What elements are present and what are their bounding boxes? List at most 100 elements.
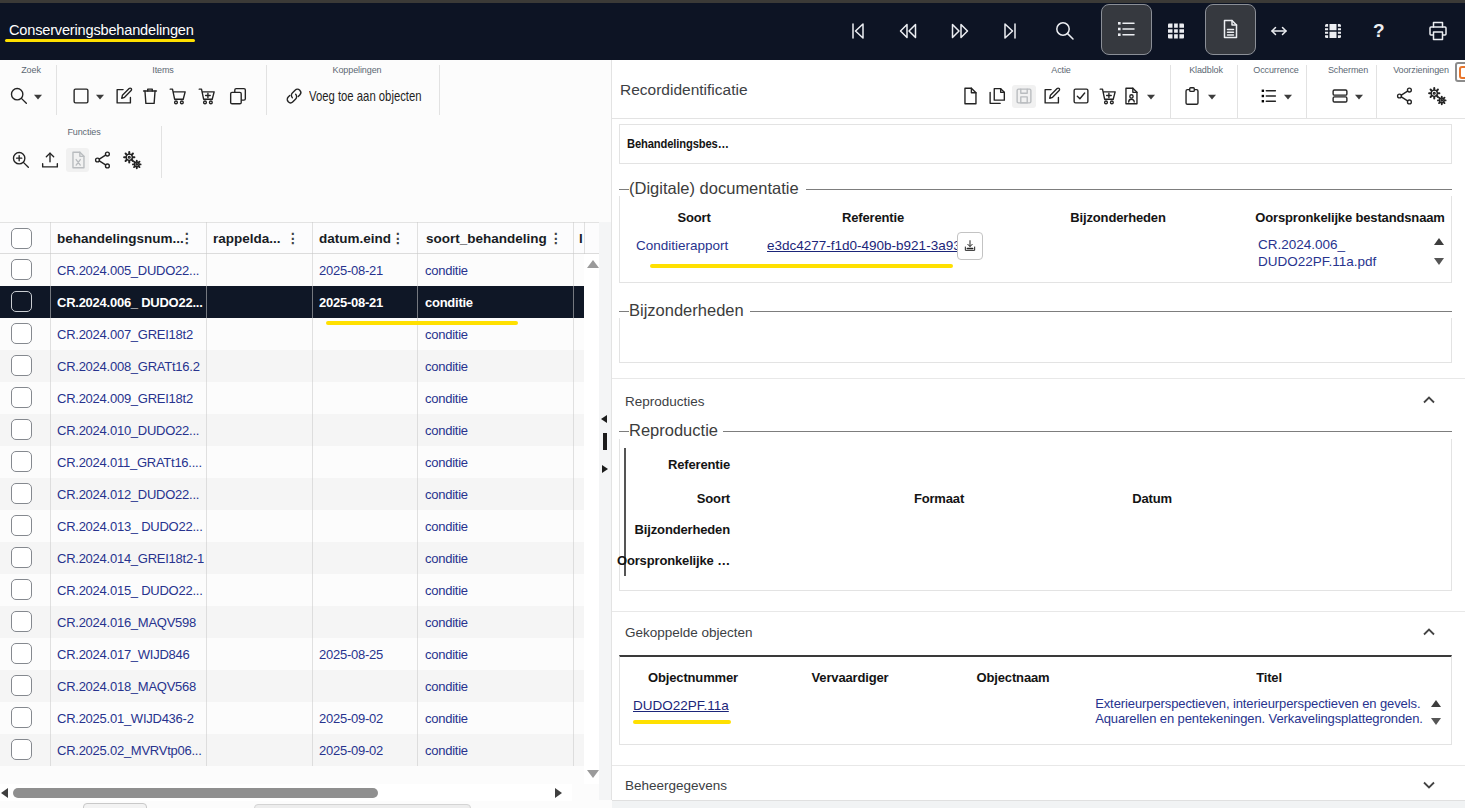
section-header-gekoppelde-objecten[interactable]: Gekoppelde objecten <box>625 625 753 640</box>
table-row[interactable]: CR.2024.010_DUDO22... conditie <box>0 414 584 446</box>
expand-horizontal-icon[interactable] <box>1267 19 1291 43</box>
settings-gears-icon[interactable] <box>1426 85 1448 107</box>
column-header-behandelingsnummer[interactable]: behandelingsnum... <box>57 231 184 246</box>
column-header-soort-behandeling[interactable]: soort_behandeling <box>426 231 547 246</box>
occurrence-list-icon[interactable] <box>1258 85 1280 107</box>
chevron-up-icon[interactable] <box>1423 628 1435 636</box>
scroll-down-arrow-icon[interactable] <box>587 770 599 778</box>
table-row[interactable]: CR.2024.005_DUDO22... 2025-08-21 conditi… <box>0 254 584 286</box>
bijzonderheden-box[interactable] <box>619 318 1452 363</box>
row-checkbox[interactable] <box>11 355 32 376</box>
screens-dropdown-caret-icon[interactable] <box>1355 94 1364 100</box>
report-dropdown-caret-icon[interactable] <box>1147 94 1156 100</box>
basket-add-icon[interactable] <box>1097 85 1119 107</box>
occurrence-down-icon[interactable] <box>1431 718 1441 725</box>
table-row[interactable]: CR.2024.016_MAQV598 conditie <box>0 606 584 638</box>
row-checkbox[interactable] <box>11 611 32 632</box>
share-icon[interactable] <box>92 149 114 171</box>
section-header-reproducties[interactable]: Reproducties <box>625 394 705 409</box>
occurrence-up-icon[interactable] <box>1431 700 1441 707</box>
list-view-button[interactable] <box>1101 4 1152 55</box>
vertical-scrollbar[interactable] <box>584 254 599 784</box>
next-record-icon[interactable] <box>948 19 972 43</box>
scroll-left-arrow-icon[interactable] <box>1 788 8 798</box>
report-icon[interactable] <box>1120 85 1142 107</box>
table-row[interactable]: CR.2024.014_GREI18t2-1 conditie <box>0 542 584 574</box>
column-menu-kebab-icon[interactable]: ⋮ <box>286 230 300 246</box>
doc-referentie-link[interactable]: e3dc4277-f1d0-490b-b921-3a93a <box>767 238 957 253</box>
table-view-icon[interactable] <box>1164 19 1188 43</box>
horizontal-scrollbar-thumb[interactable] <box>13 788 378 798</box>
section-header-beheergegevens[interactable]: Beheergegevens <box>625 778 727 793</box>
column-header-rappeldatum[interactable]: rappelda... <box>213 231 281 246</box>
column-menu-kebab-icon[interactable]: ⋮ <box>549 230 563 246</box>
row-checkbox[interactable] <box>11 259 32 280</box>
skip-to-first-icon[interactable] <box>846 19 870 43</box>
delete-record-icon[interactable] <box>139 85 161 107</box>
column-menu-kebab-icon[interactable]: ⋮ <box>391 230 405 246</box>
search-icon[interactable] <box>1053 19 1077 43</box>
occurrence-dropdown-caret-icon[interactable] <box>1284 94 1293 100</box>
table-row[interactable]: CR.2025.01_WIJD436-2 2025-09-02 conditie <box>0 702 584 734</box>
column-menu-kebab-icon[interactable]: ⋮ <box>180 230 194 246</box>
column-header-datum-eind[interactable]: datum.eind <box>319 231 391 246</box>
basket-add-icon[interactable] <box>196 85 218 107</box>
horizontal-scrollbar[interactable] <box>0 784 572 801</box>
edit-record-icon[interactable] <box>1041 85 1063 107</box>
search-dropdown-caret-icon[interactable] <box>34 94 43 100</box>
row-checkbox[interactable] <box>11 547 32 568</box>
table-row[interactable]: CR.2024.013_ DUDO22... conditie <box>0 510 584 542</box>
table-row[interactable]: CR.2024.015_ DUDO22... conditie <box>0 574 584 606</box>
clipboard-icon[interactable] <box>1181 85 1203 107</box>
chevron-up-icon[interactable] <box>1423 396 1435 404</box>
doc-soort-value[interactable]: Conditierapport <box>636 238 728 253</box>
settings-gears-icon[interactable] <box>121 149 143 171</box>
table-row[interactable]: CR.2024.017_WIJD846 2025-08-25 conditie <box>0 638 584 670</box>
doc-bestandsnaam-value[interactable]: CR.2024.006_DUDO22PF.11a.pdf <box>1258 236 1376 270</box>
upload-icon[interactable] <box>39 149 61 171</box>
screens-icon[interactable] <box>1329 85 1351 107</box>
clipboard-dropdown-caret-icon[interactable] <box>1208 94 1217 100</box>
add-to-objects-button[interactable]: Voeg toe aan objecten <box>309 88 422 104</box>
search-icon[interactable] <box>8 85 30 107</box>
row-checkbox[interactable] <box>11 419 32 440</box>
row-checkbox[interactable] <box>11 451 32 472</box>
cutoff-corner-button[interactable] <box>1455 62 1465 82</box>
scroll-right-arrow-icon[interactable] <box>555 788 562 798</box>
row-checkbox[interactable] <box>11 579 32 600</box>
print-icon[interactable] <box>1426 19 1450 43</box>
validate-record-icon[interactable] <box>1070 85 1092 107</box>
new-record-icon[interactable] <box>959 85 981 107</box>
row-checkbox[interactable] <box>11 515 32 536</box>
row-checkbox[interactable] <box>11 323 32 344</box>
gek-objectnummer-link[interactable]: DUDO22PF.11a <box>633 698 729 713</box>
table-row[interactable]: CR.2025.02_MVRVtp06... 2025-09-02 condit… <box>0 734 584 766</box>
edit-record-icon[interactable] <box>113 85 135 107</box>
zoom-in-icon[interactable] <box>10 149 32 171</box>
table-row[interactable]: CR.2024.018_MAQV568 conditie <box>0 670 584 702</box>
splitter-collapse-left-icon[interactable] <box>601 415 607 423</box>
help-icon[interactable]: ? <box>1373 20 1385 42</box>
scroll-up-arrow-icon[interactable] <box>587 260 599 268</box>
row-checkbox[interactable] <box>11 387 32 408</box>
row-checkbox[interactable] <box>11 739 32 760</box>
splitter-collapse-right-icon[interactable] <box>602 465 608 473</box>
chevron-down-icon[interactable] <box>1423 781 1435 789</box>
record-view-button[interactable] <box>1205 4 1256 55</box>
select-all-checkbox[interactable] <box>11 228 32 249</box>
previous-record-icon[interactable] <box>896 19 920 43</box>
row-checkbox[interactable] <box>11 291 32 312</box>
row-checkbox[interactable] <box>11 675 32 696</box>
media-view-icon[interactable] <box>1321 19 1345 43</box>
skip-to-last-icon[interactable] <box>998 19 1022 43</box>
occurrence-up-icon[interactable] <box>1434 238 1444 245</box>
copy-record-icon[interactable] <box>227 85 249 107</box>
table-row[interactable]: CR.2024.009_GREI18t2 conditie <box>0 382 584 414</box>
select-square-icon[interactable] <box>70 85 92 107</box>
table-row[interactable]: CR.2024.006_ DUDO22... 2025-08-21 condit… <box>0 286 584 318</box>
occurrence-down-icon[interactable] <box>1434 258 1444 265</box>
select-dropdown-caret-icon[interactable] <box>96 94 105 100</box>
download-button[interactable] <box>957 232 983 260</box>
copy-record-icon[interactable] <box>986 85 1008 107</box>
row-checkbox[interactable] <box>11 643 32 664</box>
